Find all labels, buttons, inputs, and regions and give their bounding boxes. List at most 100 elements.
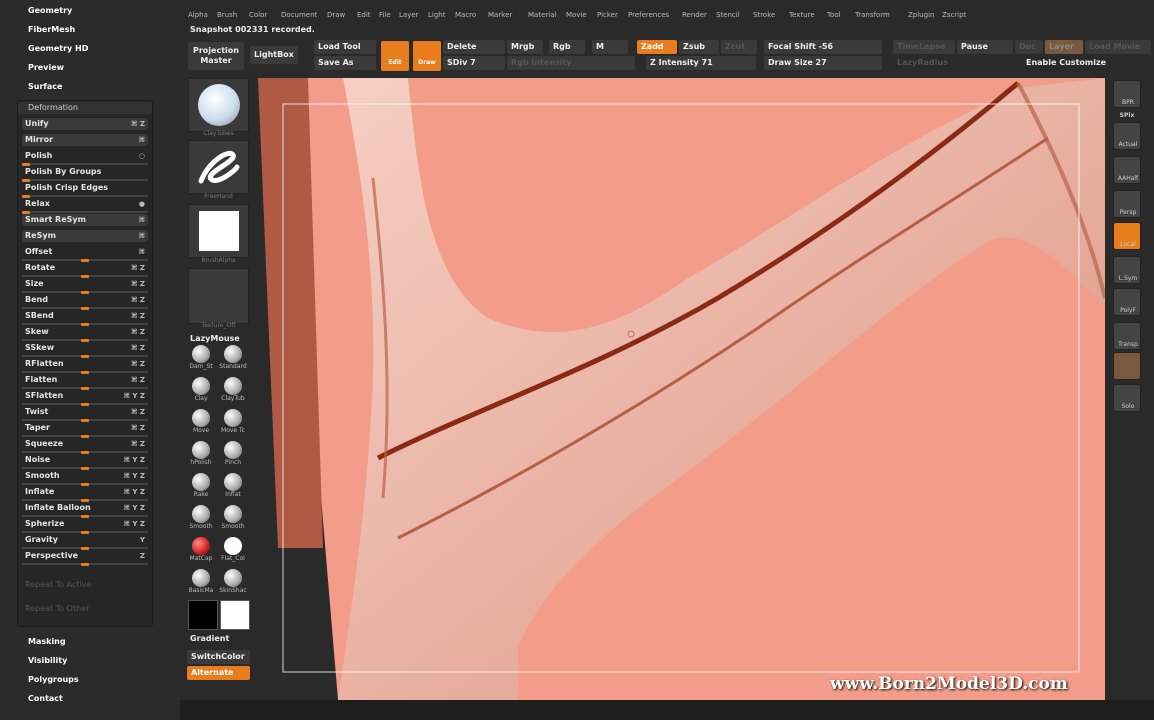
- deform-twist[interactable]: Twist ⌘ Z: [22, 406, 148, 422]
- menu-draw[interactable]: Draw: [327, 11, 345, 19]
- repeat-to-active-button[interactable]: Repeat To Active: [22, 579, 148, 591]
- deform-mode-icons[interactable]: ⌘ Z: [131, 294, 145, 306]
- deform-mode-icons[interactable]: ⌘ Z: [131, 342, 145, 354]
- deform-mode-icons[interactable]: ⌘ Z: [131, 326, 145, 338]
- brush-rake[interactable]: Rake: [186, 473, 216, 498]
- deform-mode-icons[interactable]: ⌘ Z: [131, 118, 145, 130]
- brush-move[interactable]: Move: [186, 409, 216, 434]
- deform-inflate-balloon[interactable]: Inflate Balloon ⌘ Y Z: [22, 502, 148, 518]
- menu-color[interactable]: Color: [249, 11, 267, 19]
- deform-mode-icons[interactable]: ⌘: [139, 134, 146, 146]
- deform-smooth[interactable]: Smooth ⌘ Y Z: [22, 470, 148, 486]
- menu-polygroups[interactable]: Polygroups: [28, 675, 79, 684]
- menu-movie[interactable]: Movie: [566, 11, 587, 19]
- deform-mode-icons[interactable]: ⌘ Y Z: [123, 486, 145, 498]
- menu-alpha[interactable]: Alpha: [188, 11, 208, 19]
- canvas-viewport[interactable]: [258, 78, 1105, 700]
- menu-layer[interactable]: Layer: [399, 11, 419, 19]
- deform-mode-icons[interactable]: ⌘ Z: [131, 262, 145, 274]
- deform-sbend[interactable]: SBend ⌘ Z: [22, 310, 148, 326]
- stroke-slot[interactable]: [188, 140, 249, 194]
- deform-mode-icons[interactable]: ⌘ Z: [131, 438, 145, 450]
- deform-mode-icons[interactable]: ⌘: [139, 230, 146, 242]
- deformation-title[interactable]: Deformation: [18, 102, 152, 114]
- slider-track[interactable]: [22, 179, 148, 181]
- projection-master-button[interactable]: Projection Master: [188, 42, 244, 70]
- menu-preferences[interactable]: Preferences: [628, 11, 669, 19]
- load-tool-button[interactable]: Load Tool: [314, 40, 376, 54]
- deform-mode-icons[interactable]: ○: [139, 150, 145, 162]
- deform-perspective[interactable]: Perspective Z: [22, 550, 148, 566]
- brush-dam-st[interactable]: Dam_St: [186, 345, 216, 370]
- texture-slot[interactable]: [188, 268, 249, 324]
- deform-mode-icons[interactable]: ●: [139, 198, 145, 210]
- deform-spherize[interactable]: Spherize ⌘ Y Z: [22, 518, 148, 534]
- menu-edit[interactable]: Edit: [357, 11, 371, 19]
- deform-mode-icons[interactable]: Z: [140, 550, 145, 562]
- deform-mode-icons[interactable]: ⌘ Z: [131, 278, 145, 290]
- brush-clay[interactable]: Clay: [186, 377, 216, 402]
- menu-preview[interactable]: Preview: [28, 63, 64, 72]
- menu-visibility[interactable]: Visibility: [28, 656, 67, 665]
- rightbar-transp-button[interactable]: Transp: [1113, 322, 1141, 350]
- sdiv-slider[interactable]: SDiv 7: [443, 56, 505, 70]
- pause-button[interactable]: Pause: [957, 40, 1013, 54]
- deform-offset[interactable]: Offset ⌘: [22, 246, 148, 262]
- menu-transform[interactable]: Transform: [855, 11, 890, 19]
- brush-skinshac[interactable]: SkinShac: [218, 569, 248, 594]
- m-button[interactable]: M: [592, 40, 628, 54]
- brush-matcap[interactable]: MatCap: [186, 537, 216, 562]
- rgb-intensity-slider[interactable]: Rgb Intensity: [507, 56, 635, 70]
- brush-pinch[interactable]: Pinch: [218, 441, 248, 466]
- menu-light[interactable]: Light: [428, 11, 445, 19]
- deform-mode-icons[interactable]: ⌘: [139, 214, 146, 226]
- deform-smart-resym[interactable]: Smart ReSym ⌘: [22, 214, 148, 226]
- deform-flatten[interactable]: Flatten ⌘ Z: [22, 374, 148, 390]
- timelapse-button[interactable]: TimeLapse: [893, 40, 955, 54]
- menu-geometry-hd[interactable]: Geometry HD: [28, 44, 88, 53]
- menu-render[interactable]: Render: [682, 11, 707, 19]
- delete-button[interactable]: Delete: [443, 40, 505, 54]
- focal-shift-slider[interactable]: Focal Shift -56: [764, 40, 882, 54]
- brush-flat-col[interactable]: Flat_Col: [218, 537, 248, 562]
- deform-unify[interactable]: Unify ⌘ Z: [22, 118, 148, 130]
- alternate-button[interactable]: Alternate: [187, 666, 250, 680]
- slider-knob[interactable]: [81, 563, 89, 566]
- lightbox-button[interactable]: LightBox: [250, 46, 298, 64]
- main-color-swatch[interactable]: [188, 600, 218, 630]
- menu-document[interactable]: Document: [281, 11, 317, 19]
- menu-marker[interactable]: Marker: [488, 11, 512, 19]
- deform-mode-icons[interactable]: ⌘ Z: [131, 358, 145, 370]
- menu-masking[interactable]: Masking: [28, 637, 66, 646]
- slider-track[interactable]: [22, 211, 148, 213]
- gradient-label[interactable]: Gradient: [190, 634, 229, 643]
- slider-track[interactable]: [22, 195, 148, 197]
- deform-sflatten[interactable]: SFlatten ⌘ Y Z: [22, 390, 148, 406]
- deform-rflatten[interactable]: RFlatten ⌘ Z: [22, 358, 148, 374]
- edit-button[interactable]: Edit: [381, 41, 409, 71]
- deform-sskew[interactable]: SSkew ⌘ Z: [22, 342, 148, 358]
- deform-mode-icons[interactable]: ⌘ Z: [131, 310, 145, 322]
- brush-basicma[interactable]: BasicMa: [186, 569, 216, 594]
- deform-polish-by-groups[interactable]: Polish By Groups: [22, 166, 148, 182]
- deform-gravity[interactable]: Gravity Y: [22, 534, 148, 550]
- rightbar-local-button[interactable]: Local: [1113, 222, 1141, 250]
- menu-file[interactable]: File: [379, 11, 391, 19]
- menu-material[interactable]: Material: [528, 11, 556, 19]
- rightbar-bpr-button[interactable]: BPR: [1113, 80, 1141, 108]
- deform-resym[interactable]: ReSym ⌘: [22, 230, 148, 242]
- deform-bend[interactable]: Bend ⌘ Z: [22, 294, 148, 310]
- rightbar-l-sym-button[interactable]: L.Sym: [1113, 256, 1141, 284]
- rightbar-polyf-button[interactable]: PolyF: [1113, 288, 1141, 316]
- deform-mode-icons[interactable]: ⌘ Z: [131, 406, 145, 418]
- save-as-button[interactable]: Save As: [314, 56, 376, 70]
- menu-stencil[interactable]: Stencil: [716, 11, 740, 19]
- rightbar-solo-button[interactable]: Solo: [1113, 384, 1141, 412]
- z-intensity-slider[interactable]: Z Intensity 71: [646, 56, 756, 70]
- deform-mode-icons[interactable]: Y: [140, 534, 145, 546]
- menu-texture[interactable]: Texture: [789, 11, 815, 19]
- deform-mirror[interactable]: Mirror ⌘: [22, 134, 148, 146]
- menu-geometry[interactable]: Geometry: [28, 6, 72, 15]
- mrgb-button[interactable]: Mrgb: [507, 40, 543, 54]
- brush-slot[interactable]: [188, 78, 249, 132]
